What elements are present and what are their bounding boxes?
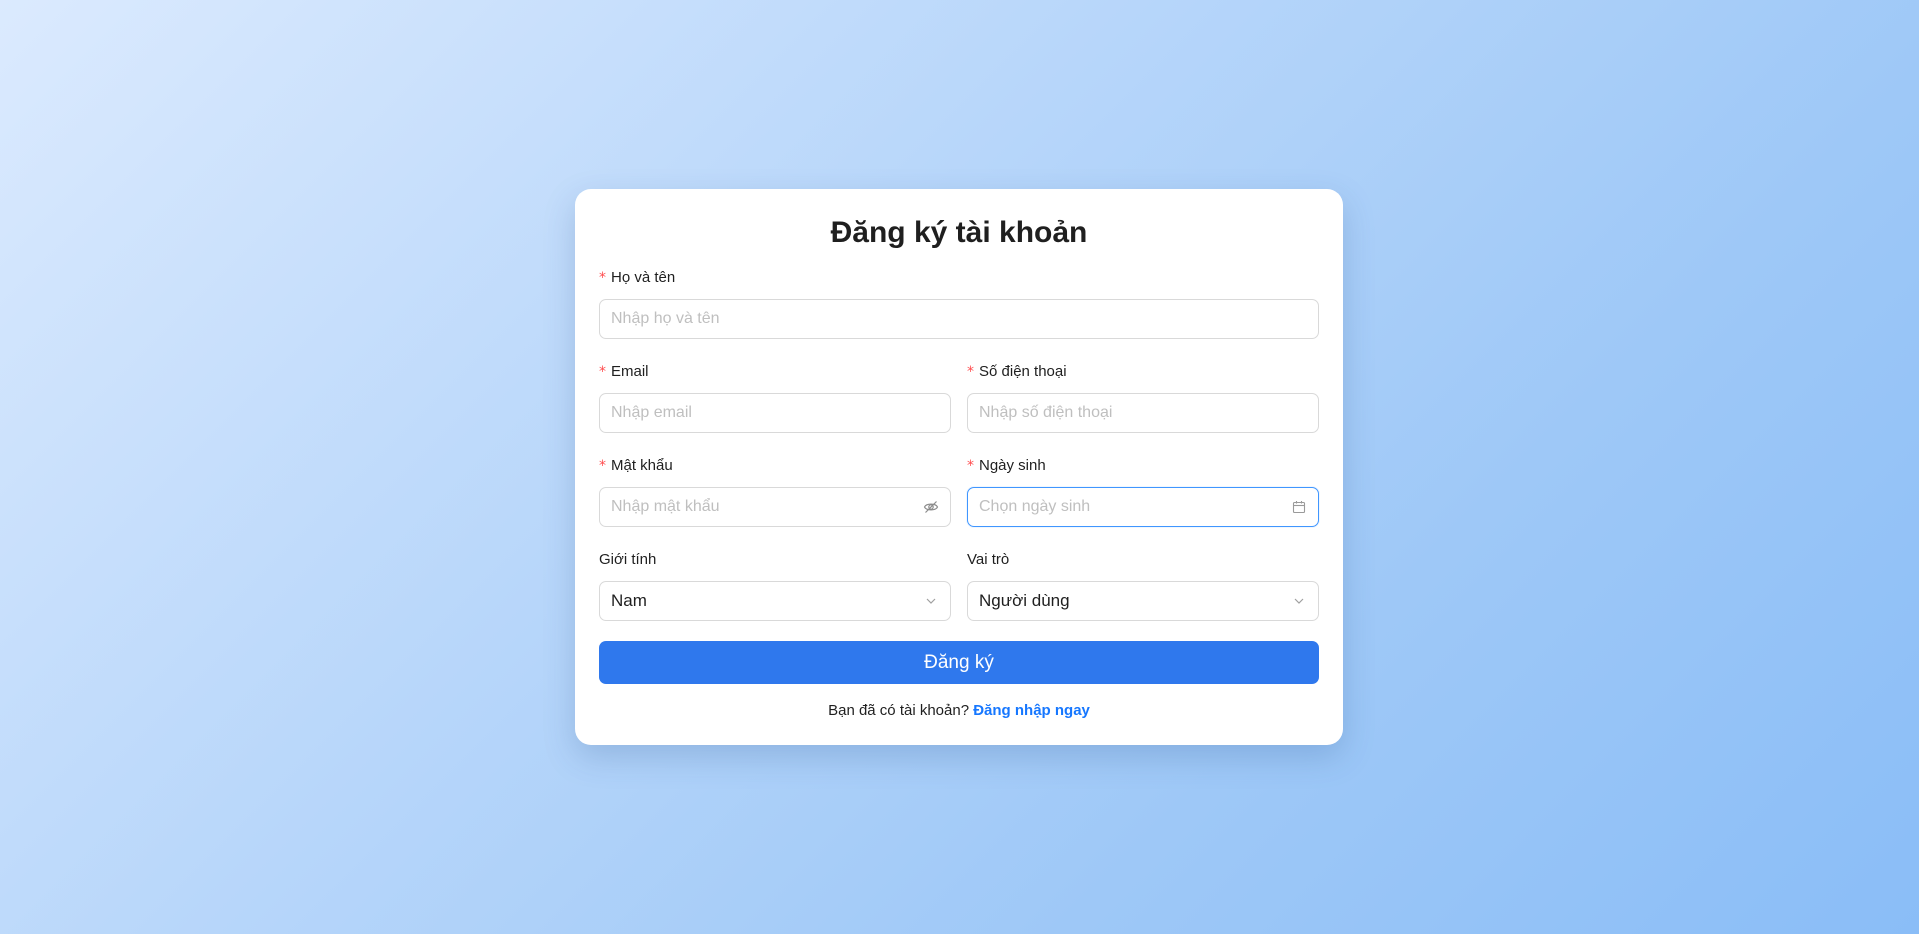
phone-input-wrapper[interactable] [967,393,1319,433]
page-title: Đăng ký tài khoản [830,216,1088,249]
password-input-wrapper[interactable] [599,487,951,527]
phone-field: * Số điện thoại [967,362,1319,433]
fullname-input[interactable] [611,310,1307,328]
gender-label: Giới tính [599,551,657,568]
required-mark: * [967,458,974,474]
password-input[interactable] [611,498,917,516]
login-prompt-text: Bạn đã có tài khoản? [828,702,970,719]
email-input-wrapper[interactable] [599,393,951,433]
required-mark: * [967,364,974,380]
role-field: Vai trò Người dùng [967,550,1319,621]
required-mark: * [599,364,606,380]
email-input[interactable] [611,404,939,422]
gender-select[interactable]: Nam [599,581,951,621]
password-label: * Mật khẩu [599,457,673,474]
birthday-input[interactable] [979,498,1285,516]
birthday-field: * Ngày sinh [967,456,1319,527]
email-field: * Email [599,362,951,433]
gender-selected-value: Nam [611,591,647,610]
birthday-picker[interactable] [967,487,1319,527]
birthday-label: * Ngày sinh [967,457,1046,474]
phone-label: * Số điện thoại [967,363,1067,380]
calendar-icon [1291,499,1307,515]
fullname-field: * Họ và tên [599,268,1319,339]
fullname-input-wrapper[interactable] [599,299,1319,339]
required-mark: * [599,270,606,286]
register-card: Đăng ký tài khoản *Họ và tên *Email *Số … [575,189,1343,745]
role-selected-value: Người dùng [979,591,1070,610]
register-button[interactable]: Đăng ký [599,641,1319,684]
gender-field: Giới tính Nam [599,550,951,621]
login-link[interactable]: Đăng nhập ngay [973,702,1090,719]
phone-input[interactable] [979,404,1307,422]
login-prompt: Bạn đã có tài khoản? Đăng nhập ngay [575,701,1343,721]
fullname-label: * Họ và tên [599,269,676,286]
chevron-down-icon [1291,593,1307,609]
chevron-down-icon [923,593,939,609]
email-label: * Email [599,363,649,380]
required-mark: * [599,458,606,474]
role-select[interactable]: Người dùng [967,581,1319,621]
role-label: Vai trò [967,551,1010,568]
password-field: * Mật khẩu [599,456,951,527]
eye-invisible-icon[interactable] [923,499,939,515]
